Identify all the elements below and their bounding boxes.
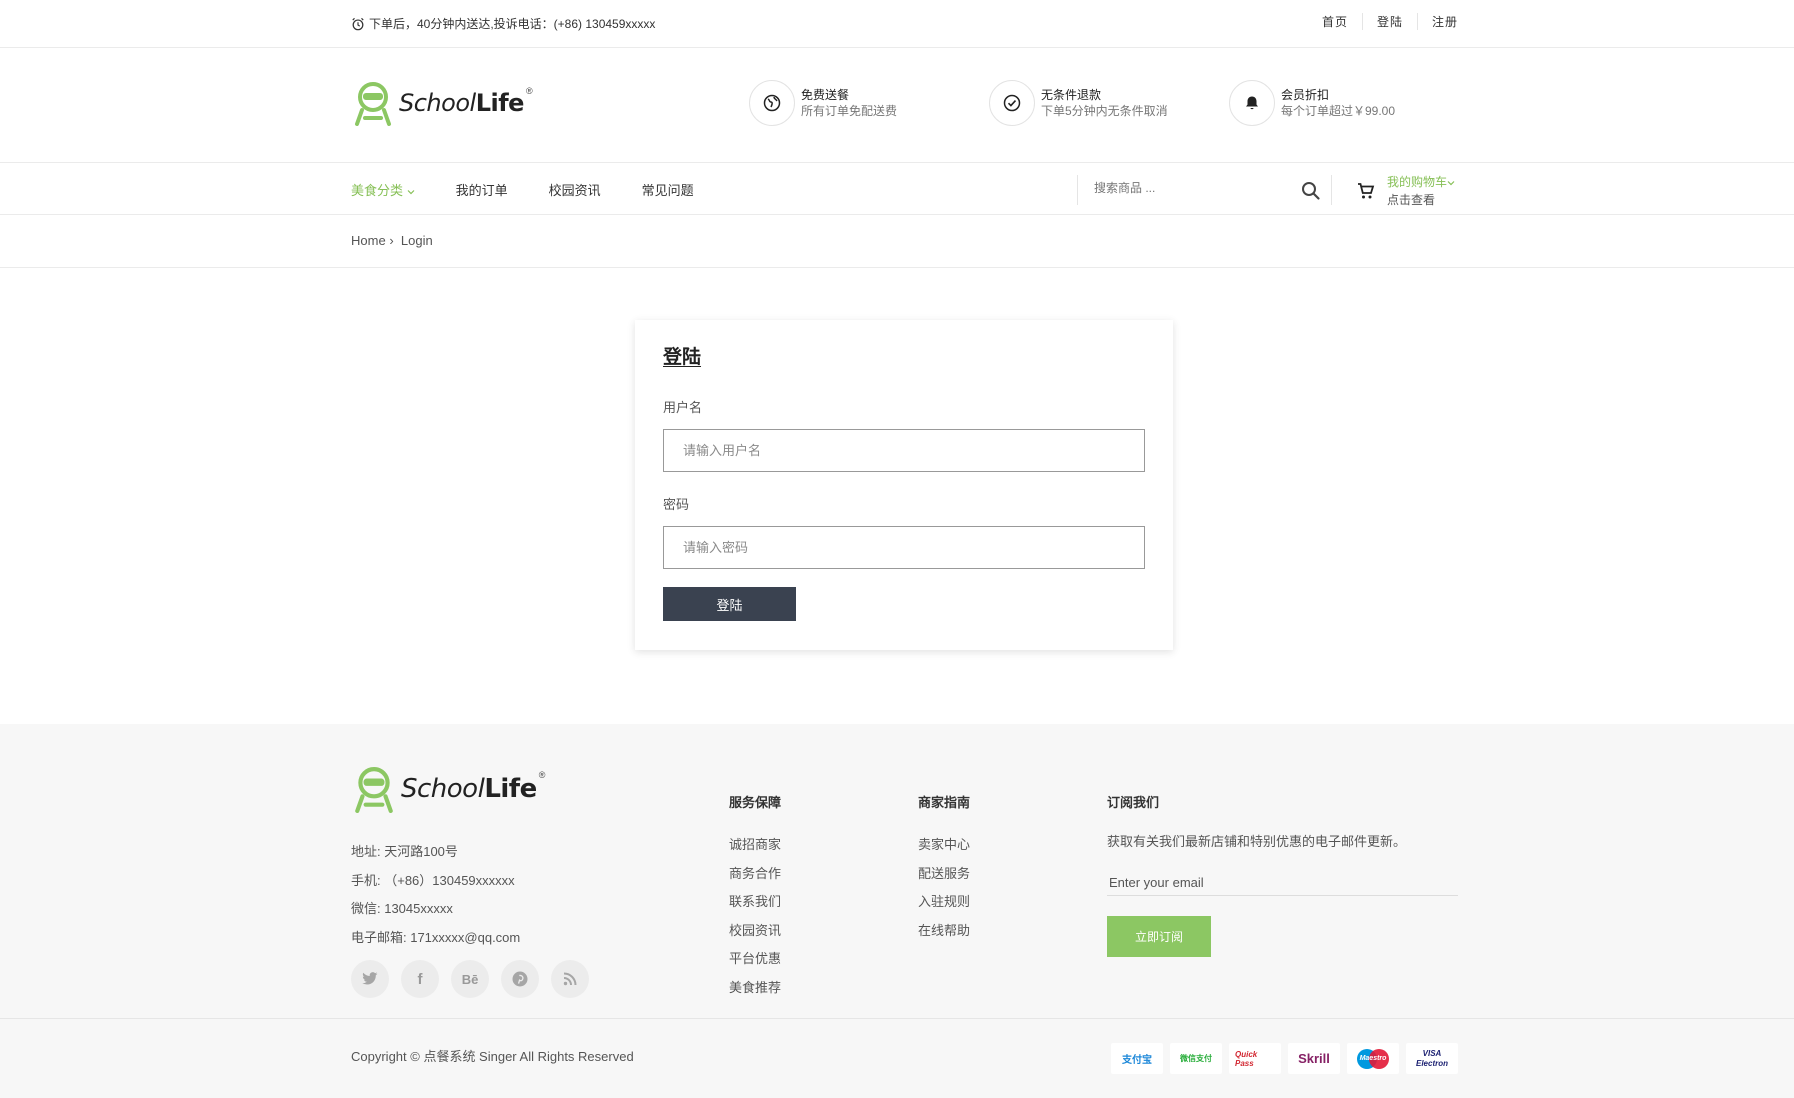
subscribe-desc: 获取有关我们最新店铺和特别优惠的电子邮件更新。	[1107, 834, 1407, 849]
logo-registered-mark: ®	[525, 86, 533, 96]
footer-link[interactable]: 校园资讯	[729, 923, 781, 938]
alipay-icon: 支付宝	[1111, 1043, 1163, 1074]
facebook-icon[interactable]: f	[401, 960, 439, 998]
rss-icon[interactable]	[551, 960, 589, 998]
globe-icon	[749, 80, 795, 126]
site-logo[interactable]: SchoolLife ®	[351, 80, 533, 126]
footer-link[interactable]: 美食推荐	[729, 980, 781, 995]
contact-info: 地址: 天河路100号 手机: （+86）130459xxxxxx 微信: 13…	[351, 838, 520, 952]
username-label: 用户名	[663, 400, 703, 415]
footer-link[interactable]: 诚招商家	[729, 837, 781, 852]
breadcrumb-separator: ›	[389, 233, 394, 248]
footer-link[interactable]: 卖家中心	[918, 837, 970, 852]
nav-item-faq[interactable]: 常见问题	[642, 180, 694, 199]
search-input[interactable]	[1094, 181, 1274, 195]
copyright: Copyright © 点餐系统 Singer All Rights Reser…	[351, 1049, 634, 1064]
contact-phone: 手机: （+86）130459xxxxxx	[351, 872, 515, 888]
subscribe-section: 订阅我们 获取有关我们最新店铺和特别优惠的电子邮件更新。 立即订阅	[1107, 792, 1458, 957]
feature-free-delivery: 免费送餐 所有订单免配送费	[749, 80, 989, 126]
footer-bottom: Copyright © 点餐系统 Singer All Rights Reser…	[0, 1018, 1794, 1098]
footer-link[interactable]: 商务合作	[729, 866, 781, 881]
footer-link[interactable]: 在线帮助	[918, 923, 970, 938]
notice-text: 下单后，40分钟内送达,投诉电话：(+86) 130459xxxxx	[369, 17, 656, 31]
footer-link[interactable]: 配送服务	[918, 866, 970, 881]
feature-desc: 每个订单超过￥99.00	[1281, 104, 1396, 118]
footer-col-title: 服务保障	[729, 795, 782, 810]
visa-electron-icon: VISA Electron	[1406, 1043, 1458, 1074]
contact-address: 地址: 天河路100号	[351, 844, 458, 859]
footer-link[interactable]: 平台优惠	[729, 951, 781, 966]
logo-mark-icon	[355, 82, 391, 126]
payment-methods: 支付宝 微信支付 Quick Pass Skrill Maestro VISA …	[1111, 1043, 1458, 1074]
password-input[interactable]	[663, 526, 1145, 569]
logo-text: SchoolLife	[401, 774, 537, 804]
feature-title: 免费送餐	[801, 88, 850, 102]
feature-desc: 所有订单免配送费	[801, 104, 898, 118]
username-input[interactable]	[663, 429, 1145, 472]
password-label: 密码	[663, 497, 690, 512]
skrill-icon: Skrill	[1288, 1043, 1340, 1074]
breadcrumb: Home › Login	[351, 233, 433, 248]
top-link-home[interactable]: 首页	[1308, 13, 1362, 30]
top-links: 首页 登陆 注册	[1308, 13, 1458, 30]
footer: SchoolLife ® 地址: 天河路100号 手机: （+86）130459…	[0, 724, 1794, 1098]
logo-text: SchoolLife	[399, 89, 524, 117]
pinterest-icon[interactable]	[501, 960, 539, 998]
cart-subtitle: 点击查看	[1387, 193, 1436, 207]
bell-icon	[1229, 80, 1275, 126]
cart-icon	[1358, 183, 1375, 199]
twitter-icon[interactable]	[351, 960, 389, 998]
logo-registered-mark: ®	[538, 770, 546, 780]
feature-refund: 无条件退款 下单5分钟内无条件取消	[989, 80, 1229, 126]
check-circle-icon	[989, 80, 1035, 126]
breadcrumb-current: Login	[400, 233, 433, 248]
email-input[interactable]	[1107, 870, 1458, 896]
nav-item-food-categories[interactable]: 美食分类	[351, 180, 415, 199]
top-link-login[interactable]: 登陆	[1361, 13, 1417, 30]
top-link-register[interactable]: 注册	[1416, 13, 1458, 30]
search-icon[interactable]	[1301, 181, 1321, 206]
subscribe-title: 订阅我们	[1107, 795, 1160, 810]
alarm-clock-icon	[352, 17, 364, 30]
maestro-icon: Maestro	[1347, 1043, 1399, 1074]
behance-icon[interactable]: Bē	[451, 960, 489, 998]
logo-mark-icon	[355, 767, 393, 814]
search-box	[1077, 175, 1332, 205]
login-title: 登陆	[663, 347, 702, 368]
contact-email: 电子邮箱: 171xxxxx@qq.com	[351, 929, 521, 945]
cart-title: 我的购物车	[1387, 173, 1455, 191]
quickpass-icon: Quick Pass	[1229, 1043, 1281, 1074]
chevron-down-icon	[1447, 181, 1455, 186]
breadcrumb-home[interactable]: Home	[351, 233, 386, 248]
breadcrumb-bar: Home › Login	[0, 215, 1794, 268]
feature-title: 无条件退款	[1041, 88, 1102, 102]
delivery-notice: 下单后，40分钟内送达,投诉电话：(+86) 130459xxxxx	[351, 15, 655, 32]
main-nav: 美食分类 我的订单 校园资讯 常见问题 我的购物车 点击查看	[0, 163, 1794, 215]
login-button[interactable]: 登陆	[663, 587, 796, 621]
maestro-label: Maestro	[1359, 1055, 1387, 1062]
nav-menu: 美食分类 我的订单 校园资讯 常见问题	[351, 180, 735, 199]
footer-col-service: 服务保障 诚招商家 商务合作 联系我们 校园资讯 平台优惠 美食推荐	[729, 792, 781, 1002]
nav-item-campus-news[interactable]: 校园资讯	[549, 180, 601, 199]
feature-title: 会员折扣	[1281, 88, 1330, 102]
footer-col-title: 商家指南	[918, 795, 971, 810]
chevron-down-icon	[407, 190, 415, 195]
feature-desc: 下单5分钟内无条件取消	[1041, 104, 1168, 118]
footer-link[interactable]: 联系我们	[729, 894, 781, 909]
service-features: 免费送餐 所有订单免配送费 无条件退款 下单5分钟内无条件取消 会员折扣 每个订…	[749, 80, 1469, 126]
footer-logo[interactable]: SchoolLife ®	[351, 764, 545, 814]
feature-member-discount: 会员折扣 每个订单超过￥99.00	[1229, 80, 1469, 126]
header: SchoolLife ® 免费送餐 所有订单免配送费 无条件退款 下单5分钟内无…	[0, 48, 1794, 163]
social-links: f Bē	[351, 960, 589, 998]
cart-button[interactable]: 我的购物车 点击查看	[1357, 173, 1455, 209]
wechat-pay-icon: 微信支付	[1170, 1043, 1222, 1074]
subscribe-button[interactable]: 立即订阅	[1107, 916, 1211, 957]
login-card: 登陆 用户名 密码 登陆	[635, 320, 1173, 650]
nav-item-my-orders[interactable]: 我的订单	[456, 180, 508, 199]
footer-col-merchant: 商家指南 卖家中心 配送服务 入驻规则 在线帮助	[918, 792, 970, 945]
top-bar: 下单后，40分钟内送达,投诉电话：(+86) 130459xxxxx 首页 登陆…	[0, 0, 1794, 48]
footer-link[interactable]: 入驻规则	[918, 894, 970, 909]
contact-wechat: 微信: 13045xxxxx	[351, 901, 453, 916]
